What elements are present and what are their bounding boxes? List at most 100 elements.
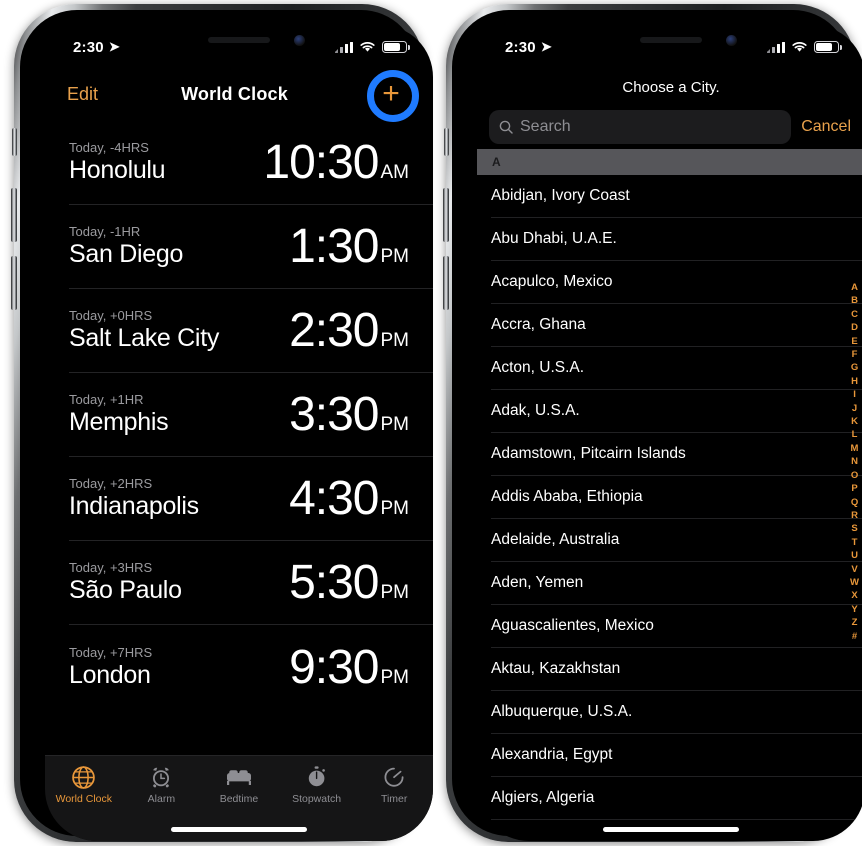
world-clock-list[interactable]: Today, -4HRS Honolulu 10:30 AM Today, -1HR Sa… <box>45 121 433 755</box>
tab-label: Stopwatch <box>292 793 342 805</box>
city-list-item[interactable]: Accra, Ghana <box>491 304 862 347</box>
clock-time-ampm: PM <box>380 582 410 603</box>
search-row: Search Cancel <box>477 105 862 149</box>
home-indicator[interactable] <box>171 827 307 832</box>
index-letter[interactable]: B <box>851 294 858 307</box>
city-list-item[interactable]: Addis Ababa, Ethiopia <box>491 476 862 519</box>
world-clock-row[interactable]: Today, +2HRS Indianapolis 4:30 PM <box>69 457 433 541</box>
clock-time-hm: 2:30 <box>289 304 379 357</box>
clock-city: San Diego <box>69 240 184 268</box>
clock-time-ampm: AM <box>380 162 410 183</box>
index-letter[interactable]: L <box>852 428 858 441</box>
city-list-item[interactable]: Acton, U.S.A. <box>491 347 862 390</box>
tab-world-clock[interactable]: World Clock <box>45 764 123 805</box>
clock-city-block: Today, +1HR Memphis <box>69 392 169 437</box>
world-clock-row[interactable]: Today, -1HR San Diego 1:30 PM <box>69 205 433 289</box>
tab-label: Timer <box>380 793 408 805</box>
mute-switch[interactable] <box>444 128 449 156</box>
clock-city-block: Today, +2HRS Indianapolis <box>69 476 199 521</box>
index-letter[interactable]: W <box>850 576 859 589</box>
index-letter[interactable]: O <box>851 469 858 482</box>
city-list-item[interactable]: Adak, U.S.A. <box>491 390 862 433</box>
city-list-item[interactable]: Albuquerque, U.S.A. <box>491 691 862 734</box>
index-letter[interactable]: X <box>851 589 857 602</box>
city-list[interactable]: Abidjan, Ivory Coast Abu Dhabi, U.A.E. Aca… <box>477 175 862 841</box>
add-clock-button[interactable]: + <box>366 70 419 122</box>
world-clock-row[interactable]: Today, +0HRS Salt Lake City 2:30 PM <box>69 289 433 373</box>
mute-switch[interactable] <box>12 128 17 156</box>
location-arrow-icon: ➤ <box>108 39 120 54</box>
clock-city-block: Today, -4HRS Honolulu <box>69 140 166 185</box>
clock-time-hm: 3:30 <box>289 388 379 441</box>
city-list-item[interactable]: Adamstown, Pitcairn Islands <box>491 433 862 476</box>
clock-time-ampm: PM <box>380 330 410 351</box>
volume-up-button[interactable] <box>11 188 17 242</box>
index-letter[interactable]: S <box>851 522 857 535</box>
clock-time-hm: 4:30 <box>289 472 379 525</box>
city-list-item[interactable]: Aktau, Kazakhstan <box>491 648 862 691</box>
edit-button[interactable]: Edit <box>67 84 98 105</box>
world-clock-row[interactable]: Today, -4HRS Honolulu 10:30 AM <box>69 121 433 205</box>
right-phone: 2:30 ➤ Choose a City. Search Cancel A Ab… <box>432 0 862 846</box>
clock-time: 4:30 PM <box>289 471 409 526</box>
index-letter[interactable]: D <box>851 321 858 334</box>
index-letter[interactable]: Q <box>851 496 858 509</box>
choose-city-title: Choose a City. <box>622 78 720 96</box>
volume-down-button[interactable] <box>11 256 17 310</box>
city-list-item[interactable]: Alexandria, Egypt <box>491 734 862 777</box>
wifi-icon <box>360 42 375 52</box>
tab-label: Alarm <box>147 793 176 805</box>
index-letter[interactable]: A <box>851 281 858 294</box>
index-letter[interactable]: I <box>853 388 856 401</box>
index-letter[interactable]: M <box>851 442 859 455</box>
tab-label: Bedtime <box>219 793 259 805</box>
tab-alarm[interactable]: Alarm <box>123 764 201 805</box>
clock-time-hm: 5:30 <box>289 556 379 609</box>
city-list-item[interactable]: Aguascalientes, Mexico <box>491 605 862 648</box>
location-arrow-icon: ➤ <box>540 39 552 54</box>
volume-up-button[interactable] <box>443 188 449 242</box>
tab-bedtime[interactable]: Bedtime <box>200 764 278 805</box>
index-letter[interactable]: T <box>852 536 858 549</box>
phone-bezel: 2:30 ➤ Choose a City. Search Cancel A Ab… <box>452 10 862 841</box>
status-time: 2:30 <box>505 38 536 56</box>
index-letter[interactable]: C <box>851 308 858 321</box>
search-placeholder: Search <box>520 118 571 135</box>
alphabet-index[interactable]: A B C D E F G H I J K L M N O P Q R S T U V W X Y Z # <box>850 281 859 643</box>
tab-timer[interactable]: Timer <box>355 764 433 805</box>
index-letter[interactable]: E <box>851 335 857 348</box>
index-letter[interactable]: N <box>851 455 858 468</box>
index-letter[interactable]: G <box>851 361 858 374</box>
index-letter[interactable]: Y <box>851 603 857 616</box>
clock-time-ampm: PM <box>380 246 410 267</box>
search-input[interactable]: Search <box>489 110 792 144</box>
world-clock-row[interactable]: Today, +3HRS São Paulo 5:30 PM <box>69 541 433 625</box>
index-letter[interactable]: F <box>852 348 858 361</box>
section-header: A <box>477 149 862 175</box>
home-indicator[interactable] <box>603 827 739 832</box>
index-letter[interactable]: R <box>851 509 858 522</box>
index-letter[interactable]: H <box>851 375 858 388</box>
volume-down-button[interactable] <box>443 256 449 310</box>
index-letter[interactable]: Z <box>852 616 858 629</box>
city-list-item[interactable]: Adelaide, Australia <box>491 519 862 562</box>
city-list-item[interactable]: Aden, Yemen <box>491 562 862 605</box>
world-clock-row[interactable]: Today, +1HR Memphis 3:30 PM <box>69 373 433 457</box>
city-list-item[interactable]: Algiers, Algeria <box>491 777 862 820</box>
index-letter[interactable]: K <box>851 415 858 428</box>
clock-offset: Today, +1HR <box>69 392 144 407</box>
clock-time-hm: 1:30 <box>289 220 379 273</box>
city-list-item[interactable]: Abu Dhabi, U.A.E. <box>491 218 862 261</box>
index-letter[interactable]: J <box>852 402 857 415</box>
left-phone: 2:30 ➤ Edit World Clock + Today, -4HRS H… <box>0 0 438 846</box>
index-letter[interactable]: # <box>852 630 857 643</box>
tab-stopwatch[interactable]: Stopwatch <box>278 764 356 805</box>
city-list-item[interactable]: Acapulco, Mexico <box>491 261 862 304</box>
index-letter[interactable]: U <box>851 549 858 562</box>
screenshot-stage: 2:30 ➤ Edit World Clock + Today, -4HRS H… <box>0 0 862 846</box>
city-list-item[interactable]: Abidjan, Ivory Coast <box>491 175 862 218</box>
world-clock-row[interactable]: Today, +7HRS London 9:30 PM <box>69 625 433 709</box>
index-letter[interactable]: P <box>851 482 857 495</box>
index-letter[interactable]: V <box>851 563 857 576</box>
cancel-button[interactable]: Cancel <box>801 118 851 136</box>
